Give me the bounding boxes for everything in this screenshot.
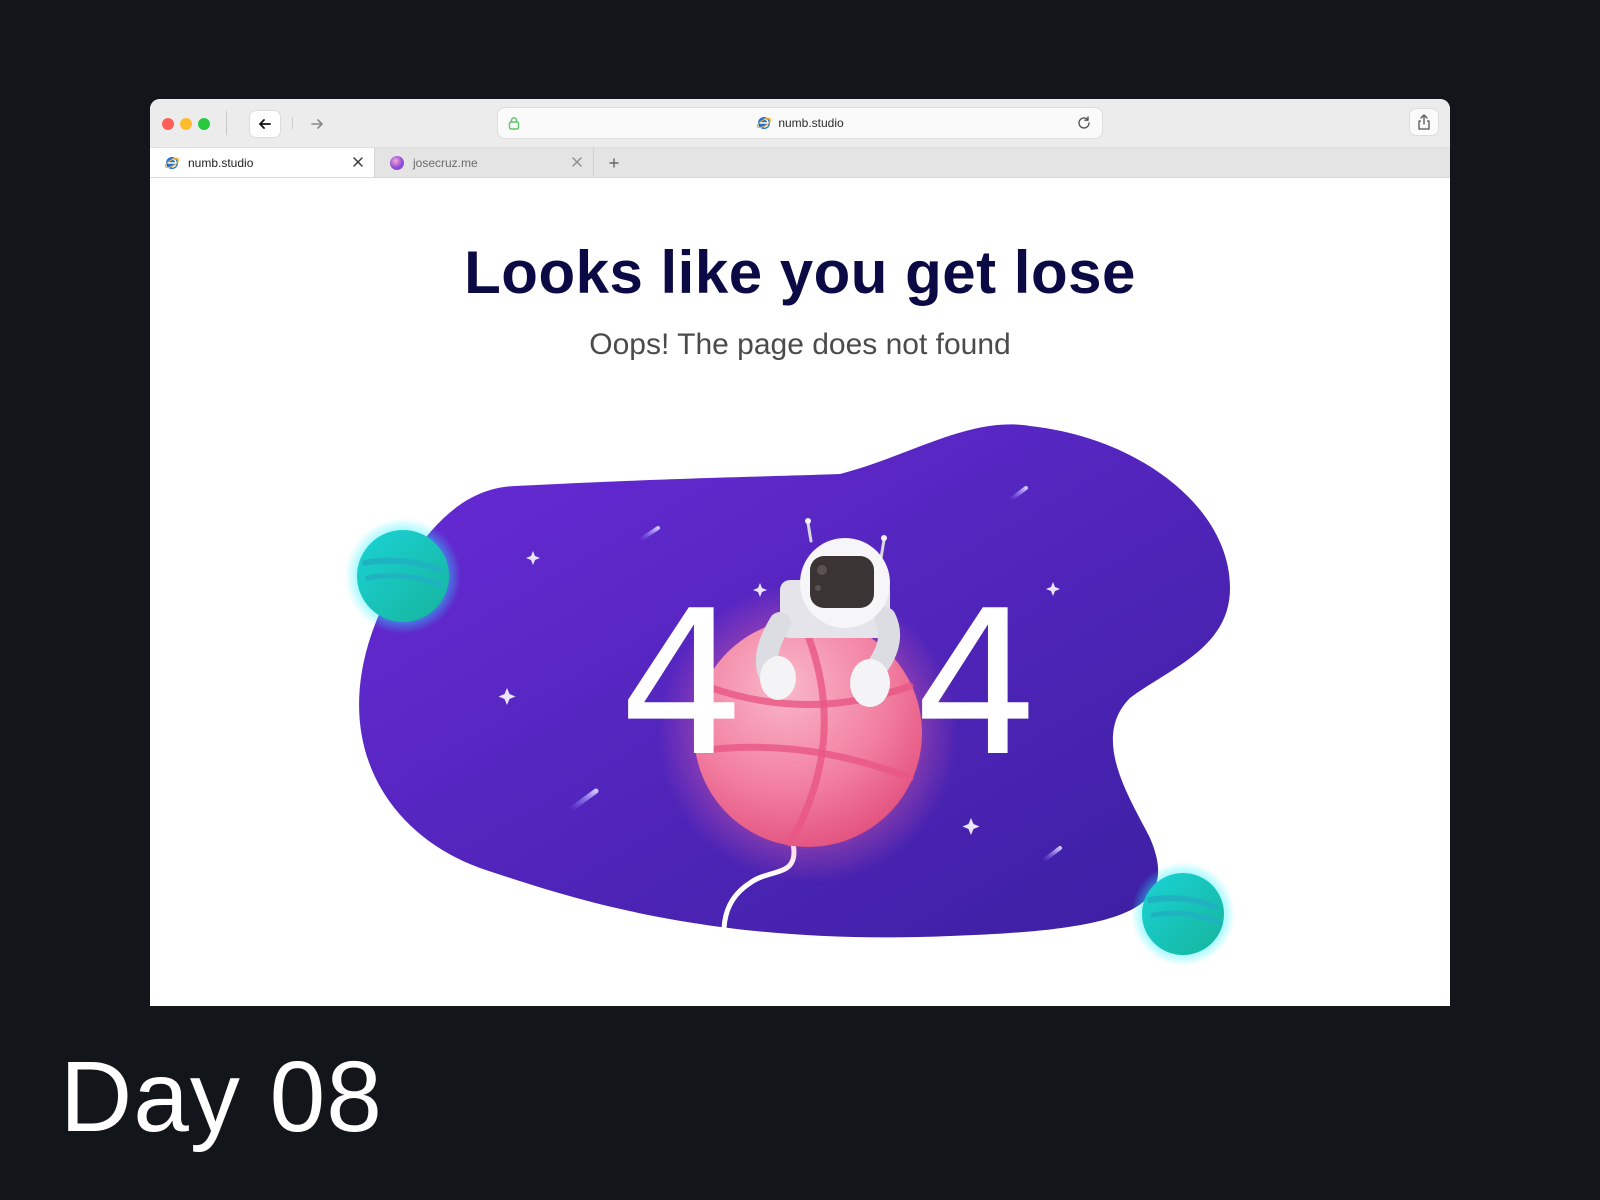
close-icon[interactable] [571, 156, 583, 168]
avatar-favicon-icon [390, 156, 404, 170]
site-favicon-icon [757, 117, 772, 129]
back-button[interactable] [250, 111, 280, 137]
tab-label: numb.studio [188, 156, 254, 170]
arrow-right-icon [311, 119, 323, 129]
nav-divider [292, 117, 293, 129]
browser-window: numb.studio numb.studio josecruz.me 4 4 … [150, 99, 1450, 1006]
arrow-left-icon [259, 119, 271, 129]
tab-josecruz-me[interactable]: josecruz.me [375, 148, 594, 177]
tab-numb-studio[interactable]: numb.studio [150, 148, 375, 177]
page-content: 4 4 Looks like you get lose Oops! The pa… [150, 178, 1450, 1006]
close-icon[interactable] [352, 156, 364, 168]
share-icon [1418, 114, 1430, 130]
share-button[interactable] [1410, 109, 1438, 135]
new-tab-button[interactable] [606, 155, 622, 171]
day-caption: Day 08 [60, 1041, 383, 1153]
minimize-window-button[interactable] [180, 118, 192, 130]
error-digit-left: 4 [618, 568, 745, 801]
maximize-window-button[interactable] [198, 118, 210, 130]
page-subtitle: Oops! The page does not found [589, 328, 1011, 361]
tab-label: josecruz.me [413, 156, 478, 170]
toolbar-divider [226, 111, 227, 135]
page-title: Looks like you get lose [464, 239, 1136, 306]
forward-button[interactable] [302, 111, 332, 137]
browser-toolbar: numb.studio [150, 99, 1450, 148]
plus-icon [609, 158, 619, 168]
left-teal-planet [345, 518, 461, 634]
error-digit-right: 4 [912, 568, 1039, 801]
right-teal-planet [1131, 862, 1235, 966]
address-domain: numb.studio [778, 116, 844, 130]
site-favicon-icon [164, 157, 180, 169]
tab-bar: numb.studio josecruz.me [150, 148, 1450, 178]
reload-icon[interactable] [1076, 115, 1092, 131]
address-bar[interactable]: numb.studio [498, 108, 1102, 138]
close-window-button[interactable] [162, 118, 174, 130]
